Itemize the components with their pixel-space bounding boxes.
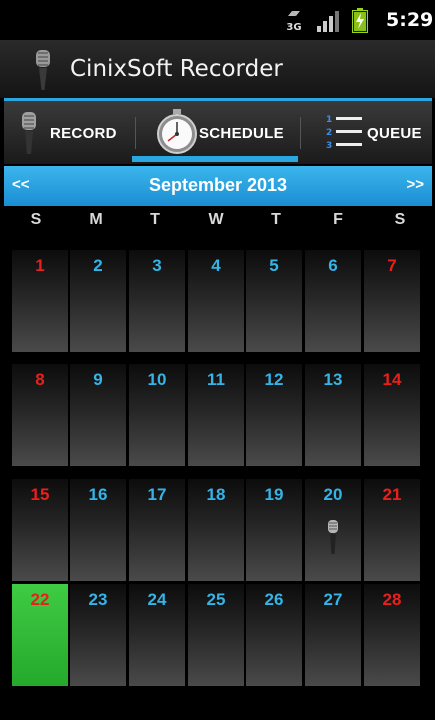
weekday-label: T <box>150 211 160 228</box>
title-bar: CinixSoft Recorder <box>0 40 435 98</box>
weekday-label: S <box>30 211 42 228</box>
svg-text:3G: 3G <box>286 22 301 32</box>
calendar-day-number: 7 <box>387 256 397 275</box>
calendar-day[interactable]: 16 <box>70 479 126 581</box>
battery-charging-icon <box>352 8 368 33</box>
calendar-day[interactable]: 18 <box>188 479 244 581</box>
calendar-day[interactable]: 13 <box>305 364 361 466</box>
weekday-header: S M T W T F S <box>0 208 435 236</box>
signal-strength-icon <box>317 11 339 32</box>
calendar-day-number: 18 <box>206 485 226 504</box>
calendar-day-number: 4 <box>211 256 221 275</box>
status-bar: 3G 5:29 <box>0 0 435 40</box>
calendar-day-number: 14 <box>382 370 402 389</box>
tab-record-label: RECORD <box>50 125 117 142</box>
calendar-day[interactable]: 4 <box>188 250 244 352</box>
calendar-day[interactable]: 28 <box>364 584 420 686</box>
calendar-day[interactable]: 8 <box>12 364 68 466</box>
calendar-day[interactable]: 24 <box>129 584 185 686</box>
app-title: CinixSoft Recorder <box>70 56 283 82</box>
calendar-day-number: 15 <box>30 485 50 504</box>
3g-data-icon: 3G <box>286 11 302 32</box>
calendar-day[interactable]: 14 <box>364 364 420 466</box>
weekday-label: T <box>271 211 281 228</box>
tab-queue[interactable]: 1 2 3 QUEUE <box>301 101 432 164</box>
calendar-day-number: 26 <box>264 590 284 609</box>
scheduled-recording-icon <box>328 520 338 554</box>
numbered-list-icon: 1 2 3 <box>326 115 362 151</box>
stopwatch-icon <box>157 109 197 154</box>
calendar-day[interactable]: 10 <box>129 364 185 466</box>
calendar-day[interactable]: 17 <box>129 479 185 581</box>
calendar-day-number: 1 <box>35 256 45 275</box>
calendar-day[interactable]: 9 <box>70 364 126 466</box>
calendar-day[interactable]: 19 <box>246 479 302 581</box>
calendar-day[interactable]: 23 <box>70 584 126 686</box>
microphone-icon <box>22 112 36 154</box>
calendar-day-number: 19 <box>264 485 284 504</box>
calendar-day-number: 11 <box>207 370 225 389</box>
calendar-day-number: 21 <box>382 485 402 504</box>
calendar-day-today[interactable]: 22 <box>12 584 68 686</box>
calendar-day-number: 6 <box>328 256 338 275</box>
calendar-day-number: 2 <box>93 256 103 275</box>
microphone-icon <box>36 50 50 90</box>
calendar-day-number: 5 <box>269 256 279 275</box>
calendar-day[interactable]: 15 <box>12 479 68 581</box>
status-time: 5:29 <box>386 9 434 31</box>
tab-schedule-label: SCHEDULE <box>199 125 284 142</box>
calendar-day[interactable]: 3 <box>129 250 185 352</box>
calendar-day-number: 20 <box>323 485 343 504</box>
next-month-button[interactable]: >> <box>406 176 424 193</box>
calendar-day[interactable]: 2 <box>70 250 126 352</box>
weekday-label: M <box>89 211 103 228</box>
calendar-day-number: 13 <box>323 370 343 389</box>
tab-record[interactable]: RECORD <box>4 101 135 164</box>
calendar-day[interactable]: 5 <box>246 250 302 352</box>
calendar-day[interactable]: 21 <box>364 479 420 581</box>
calendar-day-number: 8 <box>35 370 45 389</box>
calendar-day-number: 23 <box>88 590 108 609</box>
tab-bar: RECORD SCHEDULE 1 2 3 QUEUE <box>4 101 432 164</box>
month-title: September 2013 <box>148 175 288 195</box>
calendar-day-number: 25 <box>206 590 226 609</box>
selected-tab-indicator <box>132 156 298 162</box>
weekday-label: F <box>333 211 343 228</box>
calendar-day[interactable]: 11 <box>188 364 244 466</box>
calendar-day-number: 3 <box>152 256 162 275</box>
calendar-day[interactable]: 7 <box>364 250 420 352</box>
tab-queue-label: QUEUE <box>367 125 422 142</box>
calendar-day[interactable]: 1 <box>12 250 68 352</box>
svg-text:1: 1 <box>326 115 332 125</box>
calendar-day[interactable]: 12 <box>246 364 302 466</box>
svg-text:2: 2 <box>326 128 332 138</box>
calendar-day-number: 16 <box>88 485 108 504</box>
calendar-day[interactable]: 27 <box>305 584 361 686</box>
month-header: << September 2013 >> <box>4 166 432 206</box>
calendar-day-number: 10 <box>147 370 167 389</box>
calendar-day[interactable]: 20 <box>305 479 361 581</box>
tab-separator <box>135 117 136 149</box>
calendar-day-number: 24 <box>147 590 167 609</box>
calendar-day[interactable]: 26 <box>246 584 302 686</box>
calendar-day-number: 17 <box>147 485 167 504</box>
calendar-day-number: 12 <box>264 370 284 389</box>
calendar-day-number: 28 <box>382 590 402 609</box>
weekday-label: W <box>208 211 224 228</box>
svg-text:3: 3 <box>326 141 332 151</box>
calendar-day-number: 22 <box>30 590 50 609</box>
calendar-day-number: 9 <box>93 370 103 389</box>
calendar-day-number: 27 <box>323 590 343 609</box>
calendar-grid: 1 2 3 4 5 6 7 8 9 10 11 12 13 14 15 16 17 18 19 20 21 22 23 24 2… <box>12 250 422 696</box>
weekday-label: S <box>394 211 406 228</box>
tab-schedule[interactable]: SCHEDULE <box>135 101 301 164</box>
calendar-day[interactable]: 25 <box>188 584 244 686</box>
calendar-day[interactable]: 6 <box>305 250 361 352</box>
